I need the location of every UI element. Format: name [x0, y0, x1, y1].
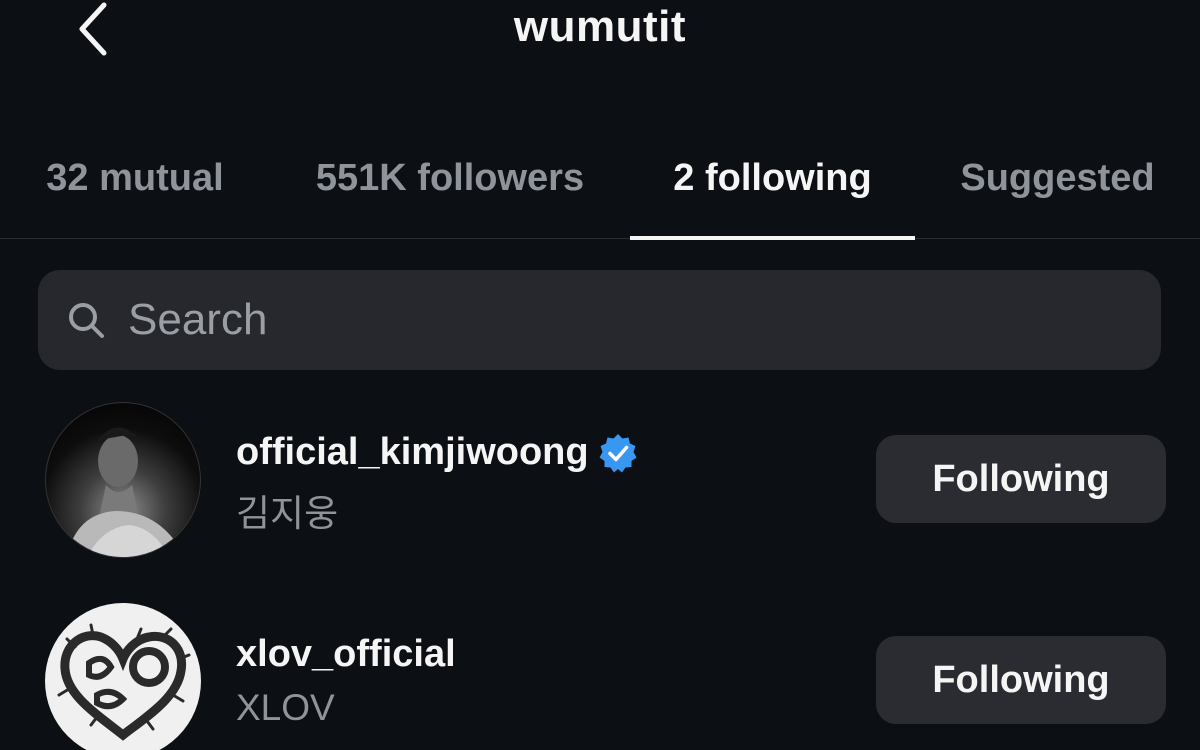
avatar[interactable]	[45, 603, 201, 750]
tab-mutual[interactable]: 32 mutual	[30, 150, 240, 238]
username[interactable]: xlov_official	[236, 633, 456, 676]
following-button[interactable]: Following	[876, 435, 1166, 523]
username-text[interactable]: xlov_official	[236, 633, 456, 676]
profile-photo	[66, 427, 185, 557]
following-screen: wumutit 32 mutual 551K followers 2 follo…	[0, 0, 1200, 750]
active-tab-indicator	[630, 236, 915, 240]
username[interactable]: official_kimjiwoong	[236, 431, 639, 474]
verified-badge-icon	[597, 432, 639, 474]
tab-suggested[interactable]: Suggested	[945, 150, 1170, 238]
header: wumutit	[0, 0, 1200, 60]
following-button[interactable]: Following	[876, 636, 1166, 724]
username-text[interactable]: official_kimjiwoong	[236, 431, 589, 474]
display-name: 김지웅	[236, 493, 339, 534]
search-icon	[66, 300, 106, 340]
avatar[interactable]	[45, 402, 201, 558]
tab-followers[interactable]: 551K followers	[300, 150, 600, 238]
list-item[interactable]: xlov_official XLOV Following	[0, 603, 1200, 750]
heart-logo	[57, 623, 191, 741]
search-input[interactable]	[128, 295, 1028, 345]
page-title: wumutit	[513, 2, 687, 51]
search-bar[interactable]	[38, 270, 1161, 370]
tab-following[interactable]: 2 following	[630, 150, 915, 238]
list-item[interactable]: official_kimjiwoong 김지웅 Following	[0, 401, 1200, 561]
display-name: XLOV	[236, 687, 335, 728]
tab-bar: 32 mutual 551K followers 2 following Sug…	[0, 150, 1200, 240]
